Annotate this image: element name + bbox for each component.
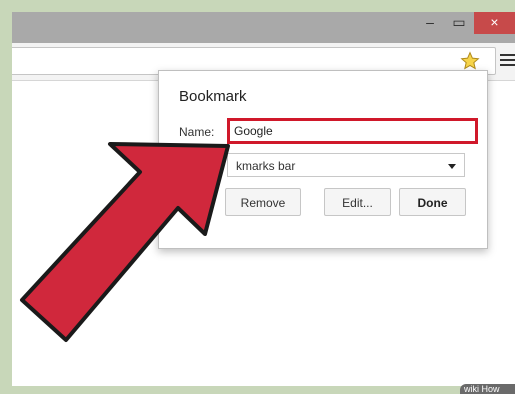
name-field[interactable]: Google <box>227 118 478 144</box>
bookmark-bubble: Bookmark Name: Google Fol kmarks bar Rem… <box>158 70 488 249</box>
star-icon[interactable] <box>460 51 480 71</box>
close-button[interactable]: × <box>474 12 515 34</box>
watermark: wiki How <box>460 384 515 394</box>
remove-button[interactable]: Remove <box>225 188 301 216</box>
edit-button[interactable]: Edit... <box>324 188 391 216</box>
hamburger-menu-icon[interactable] <box>500 54 515 68</box>
browser-window: – ▭ × Bookmark Name: Google Fol kmarks b… <box>12 12 515 386</box>
folder-dropdown[interactable]: kmarks bar <box>227 153 465 177</box>
name-label: Name: <box>179 125 215 139</box>
folder-value: kmarks bar <box>236 159 296 173</box>
bookmark-title: Bookmark <box>179 88 247 105</box>
done-button[interactable]: Done <box>399 188 466 216</box>
chevron-down-icon <box>448 164 456 169</box>
title-bar: – ▭ × <box>12 12 515 43</box>
minimize-button[interactable]: – <box>417 12 443 34</box>
folder-label: Fol <box>179 160 196 174</box>
maximize-button[interactable]: ▭ <box>446 12 472 34</box>
